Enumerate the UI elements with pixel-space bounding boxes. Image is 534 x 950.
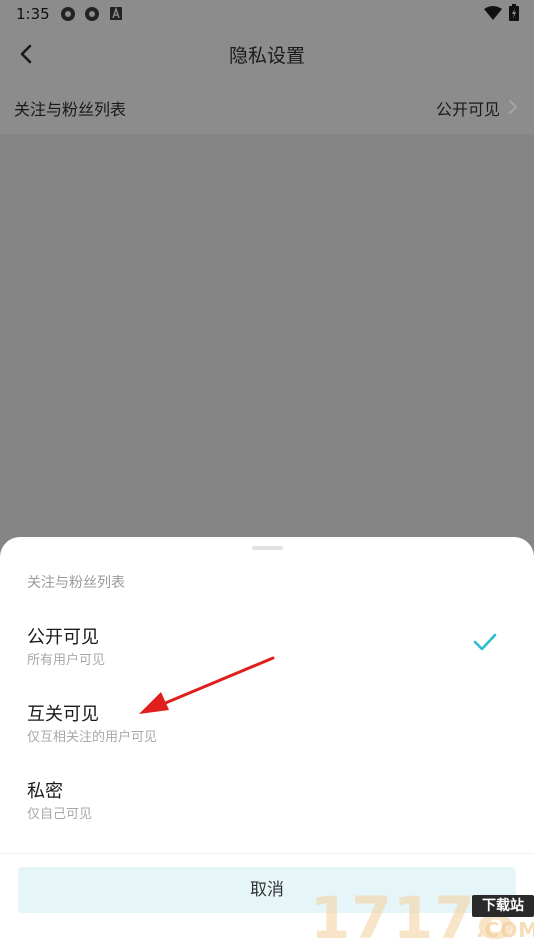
option-label: 互关可见 [27, 704, 99, 725]
status-time: 1:35 [16, 5, 50, 23]
page-title: 隐私设置 [228, 45, 305, 67]
watermark-domain: .COM [476, 918, 534, 942]
status-bar: 1:35 [0, 0, 534, 28]
aperture-icon [85, 7, 99, 21]
setting-value: 公开可见 [435, 100, 500, 119]
annotation-arrow [139, 656, 275, 714]
follow-fans-list-setting-row[interactable]: 关注与粉丝列表 公开可见 [0, 80, 534, 134]
chevron-right-icon [509, 100, 518, 114]
check-icon [473, 633, 497, 651]
battery-charging-icon [509, 4, 519, 21]
a-box-icon [110, 7, 122, 20]
setting-label: 关注与粉丝列表 [14, 100, 127, 119]
option-label: 公开可见 [27, 627, 99, 648]
watermark: 17178 下载站 .COM [306, 884, 534, 950]
option-label: 私密 [27, 781, 63, 802]
option-desc: 仅自己可见 [27, 807, 93, 822]
option-desc: 仅互相关注的用户可见 [27, 730, 158, 745]
aperture-icon [61, 7, 75, 21]
sheet-title: 关注与粉丝列表 [27, 575, 125, 591]
header: 隐私设置 [0, 28, 534, 80]
divider [0, 853, 534, 854]
dim-overlay[interactable] [0, 134, 534, 554]
option-private[interactable]: 私密 仅自己可见 [0, 772, 534, 842]
option-desc: 所有用户可见 [27, 653, 106, 668]
watermark-tag: 下载站 [472, 895, 534, 917]
drag-handle[interactable] [252, 546, 283, 550]
wifi-icon [484, 6, 502, 20]
